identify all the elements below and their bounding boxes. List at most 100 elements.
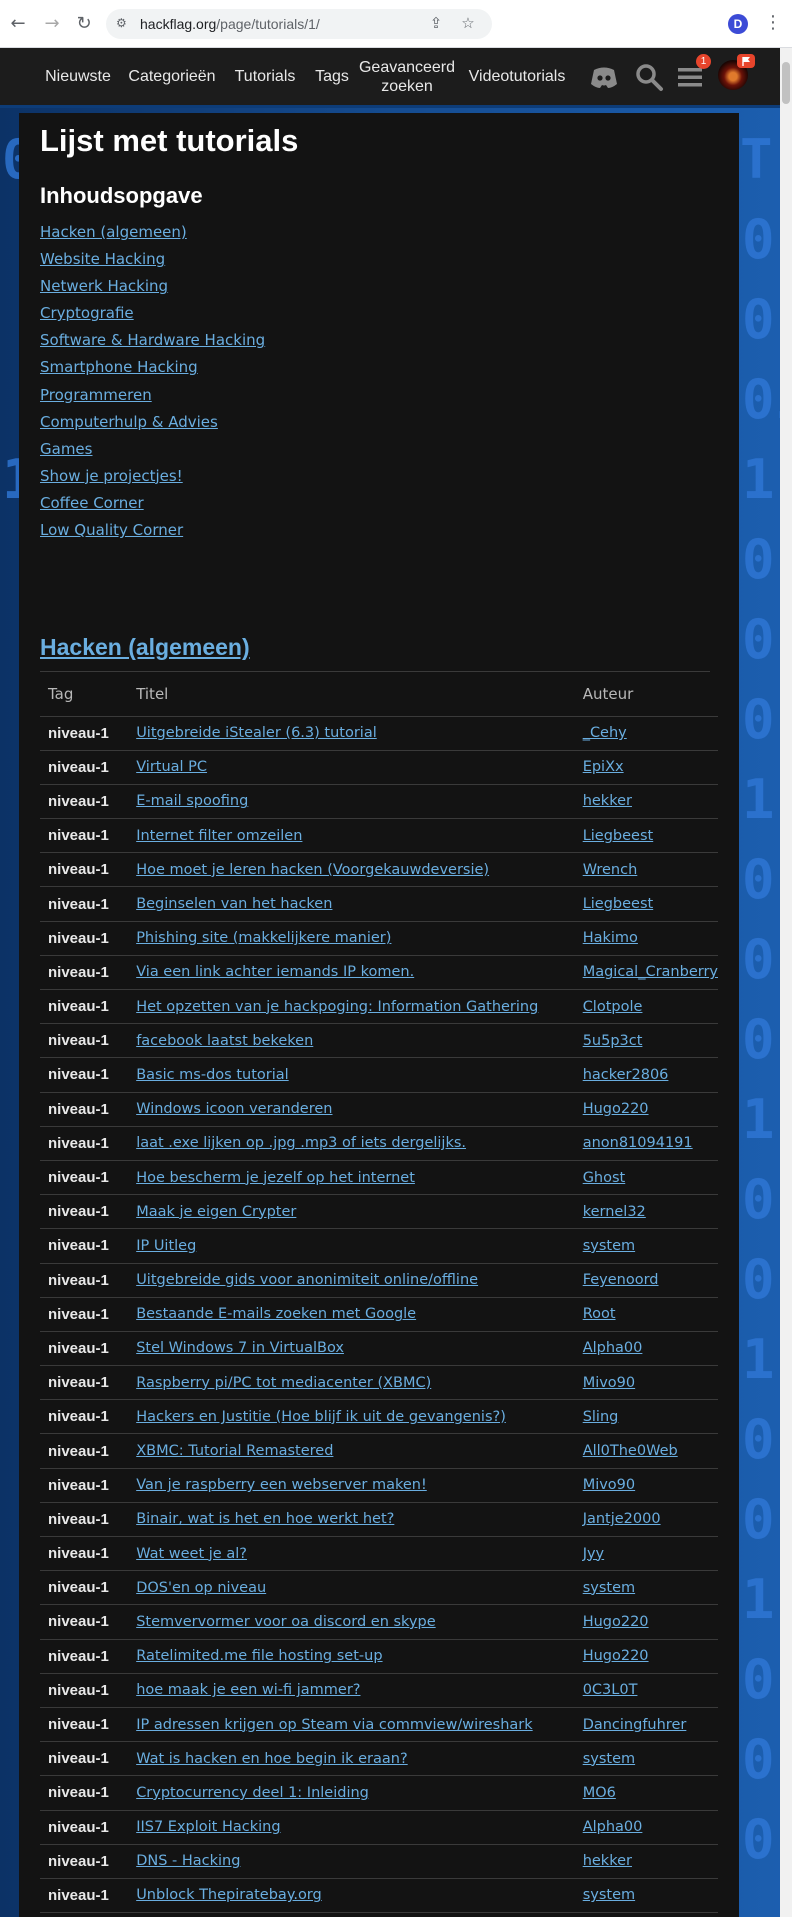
tutorial-title-link[interactable]: Wat is hacken en hoe begin ik eraan?	[136, 1751, 407, 1767]
toc-link-smartphone-hacking[interactable]: Smartphone Hacking	[40, 358, 198, 376]
tutorial-title-link[interactable]: Stemvervormer voor oa discord en skype	[136, 1614, 435, 1630]
toc-link-games[interactable]: Games	[40, 440, 92, 458]
flag-notification-icon[interactable]	[737, 54, 755, 68]
tutorial-title-link[interactable]: Stel Windows 7 in VirtualBox	[136, 1340, 344, 1356]
tutorial-title-link[interactable]: Van je raspberry een webserver maken!	[136, 1477, 427, 1493]
tutorial-title-link[interactable]: Uitgebreide gids voor anonimiteit online…	[136, 1272, 478, 1288]
author-link[interactable]: Hugo220	[583, 1101, 649, 1117]
toc-link-programmeren[interactable]: Programmeren	[40, 386, 152, 404]
tutorial-title-link[interactable]: E-mail spoofing	[136, 793, 248, 809]
author-link[interactable]: MO6	[583, 1785, 616, 1801]
tutorial-title-link[interactable]: Bestaande E-mails zoeken met Google	[136, 1306, 416, 1322]
toc-link-hacken[interactable]: Hacken (algemeen)	[40, 223, 187, 241]
tutorial-title-link[interactable]: Windows icoon veranderen	[136, 1101, 332, 1117]
section-title-hacken[interactable]: Hacken (algemeen)	[40, 634, 250, 661]
tutorial-title-link[interactable]: Het opzetten van je hackpoging: Informat…	[136, 999, 538, 1015]
author-link[interactable]: All0The0Web	[583, 1443, 678, 1459]
tutorial-title-link[interactable]: Binair, wat is het en hoe werkt het?	[136, 1511, 394, 1527]
search-icon[interactable]	[634, 62, 664, 92]
toc-link-cryptografie[interactable]: Cryptografie	[40, 304, 134, 322]
author-link[interactable]: Ghost	[583, 1170, 626, 1186]
tutorial-title-link[interactable]: XBMC: Tutorial Remastered	[136, 1443, 333, 1459]
author-link[interactable]: Dancingfuhrer	[583, 1717, 687, 1733]
tutorial-title-link[interactable]: Via een link achter iemands IP komen.	[136, 964, 414, 980]
toc-link-coffee-corner[interactable]: Coffee Corner	[40, 494, 144, 512]
tutorial-title-link[interactable]: hoe maak je een wi-fi jammer?	[136, 1682, 360, 1698]
author-link[interactable]: kernel32	[583, 1204, 646, 1220]
tutorial-title-link[interactable]: Hackers en Justitie (Hoe blijf ik uit de…	[136, 1409, 506, 1425]
author-link[interactable]: Magical_Cranberry	[583, 964, 718, 980]
tutorial-title-link[interactable]: Internet filter omzeilen	[136, 828, 302, 844]
toc-link-low-quality-corner[interactable]: Low Quality Corner	[40, 521, 183, 539]
author-link[interactable]: 5u5p3ct	[583, 1033, 643, 1049]
site-info-icon[interactable]: ⚙	[116, 16, 127, 30]
author-link[interactable]: system	[583, 1751, 635, 1767]
author-link[interactable]: system	[583, 1238, 635, 1254]
discord-icon[interactable]	[588, 62, 620, 92]
author-link[interactable]: Hugo220	[583, 1648, 649, 1664]
bookmark-star-icon[interactable]: ☆	[458, 14, 478, 34]
author-link[interactable]: system	[583, 1580, 635, 1596]
url-text[interactable]: hackflag.org/page/tutorials/1/	[140, 16, 320, 32]
author-link[interactable]: Wrench	[583, 862, 638, 878]
author-link[interactable]: Root	[583, 1306, 616, 1322]
author-link[interactable]: Feyenoord	[583, 1272, 659, 1288]
author-link[interactable]: Liegbeest	[583, 828, 654, 844]
author-link[interactable]: hacker2806	[583, 1067, 669, 1083]
author-link[interactable]: Sling	[583, 1409, 619, 1425]
author-link[interactable]: 0C3L0T	[583, 1682, 638, 1698]
tutorial-title-link[interactable]: Unblock Thepiratebay.org	[136, 1887, 322, 1903]
back-icon[interactable]: ←	[6, 12, 30, 36]
address-bar[interactable]: ⚙ hackflag.org/page/tutorials/1/ ⇪ ☆	[106, 9, 492, 39]
tutorial-title-link[interactable]: laat .exe lijken op .jpg .mp3 of iets de…	[136, 1135, 466, 1151]
tutorial-title-link[interactable]: DOS'en op niveau	[136, 1580, 266, 1596]
tutorial-title-link[interactable]: Phishing site (makkelijkere manier)	[136, 930, 391, 946]
author-link[interactable]: hekker	[583, 793, 632, 809]
tutorial-title-link[interactable]: Beginselen van het hacken	[136, 896, 332, 912]
nav-tutorials[interactable]: Tutorials	[228, 48, 302, 105]
tutorial-title-link[interactable]: Hoe bescherm je jezelf op het internet	[136, 1170, 415, 1186]
tutorial-title-link[interactable]: Maak je eigen Crypter	[136, 1204, 296, 1220]
author-link[interactable]: Clotpole	[583, 999, 643, 1015]
toc-link-computerhulp[interactable]: Computerhulp & Advies	[40, 413, 218, 431]
tutorial-title-link[interactable]: facebook laatst bekeken	[136, 1033, 313, 1049]
tutorial-title-link[interactable]: Basic ms-dos tutorial	[136, 1067, 288, 1083]
tutorial-title-link[interactable]: Virtual PC	[136, 759, 207, 775]
forward-icon[interactable]: →	[40, 12, 64, 36]
author-link[interactable]: Alpha00	[583, 1819, 643, 1835]
author-link[interactable]: system	[583, 1887, 635, 1903]
author-link[interactable]: Mivo90	[583, 1375, 635, 1391]
tutorial-title-link[interactable]: IIS7 Exploit Hacking	[136, 1819, 280, 1835]
toc-link-website-hacking[interactable]: Website Hacking	[40, 250, 165, 268]
nav-tags[interactable]: Tags	[310, 48, 354, 105]
toc-link-software-hardware[interactable]: Software & Hardware Hacking	[40, 331, 265, 349]
nav-nieuwste[interactable]: Nieuwste	[38, 48, 118, 105]
scrollbar-thumb[interactable]	[782, 62, 790, 104]
nav-videotutorials[interactable]: Videotutorials	[464, 48, 570, 105]
tutorial-title-link[interactable]: Hoe moet je leren hacken (Voorgekauwdeve…	[136, 862, 489, 878]
nav-categorieen[interactable]: Categorieën	[126, 48, 218, 105]
author-link[interactable]: Alpha00	[583, 1340, 643, 1356]
toc-link-netwerk-hacking[interactable]: Netwerk Hacking	[40, 277, 168, 295]
profile-avatar[interactable]: D	[728, 14, 748, 34]
author-link[interactable]: Jantje2000	[583, 1511, 661, 1527]
browser-menu-icon[interactable]: ⋮	[764, 12, 782, 33]
tutorial-title-link[interactable]: IP Uitleg	[136, 1238, 196, 1254]
tutorial-title-link[interactable]: Wat weet je al?	[136, 1546, 247, 1562]
author-link[interactable]: anon81094191	[583, 1135, 693, 1151]
author-link[interactable]: _Cehy	[583, 725, 627, 741]
author-link[interactable]: Liegbeest	[583, 896, 654, 912]
author-link[interactable]: EpiXx	[583, 759, 624, 775]
tutorial-title-link[interactable]: DNS - Hacking	[136, 1853, 240, 1869]
author-link[interactable]: Hakimo	[583, 930, 638, 946]
author-link[interactable]: Mivo90	[583, 1477, 635, 1493]
tutorial-title-link[interactable]: Ratelimited.me file hosting set-up	[136, 1648, 382, 1664]
page-scrollbar[interactable]	[780, 48, 792, 1917]
author-link[interactable]: Hugo220	[583, 1614, 649, 1630]
author-link[interactable]: Jyy	[583, 1546, 604, 1562]
toc-link-show-projectjes[interactable]: Show je projectjes!	[40, 467, 183, 485]
reload-icon[interactable]: ↻	[72, 12, 96, 36]
tutorial-title-link[interactable]: Cryptocurrency deel 1: Inleiding	[136, 1785, 369, 1801]
tutorial-title-link[interactable]: IP adressen krijgen op Steam via commvie…	[136, 1717, 532, 1733]
tutorial-title-link[interactable]: Uitgebreide iStealer (6.3) tutorial	[136, 725, 377, 741]
